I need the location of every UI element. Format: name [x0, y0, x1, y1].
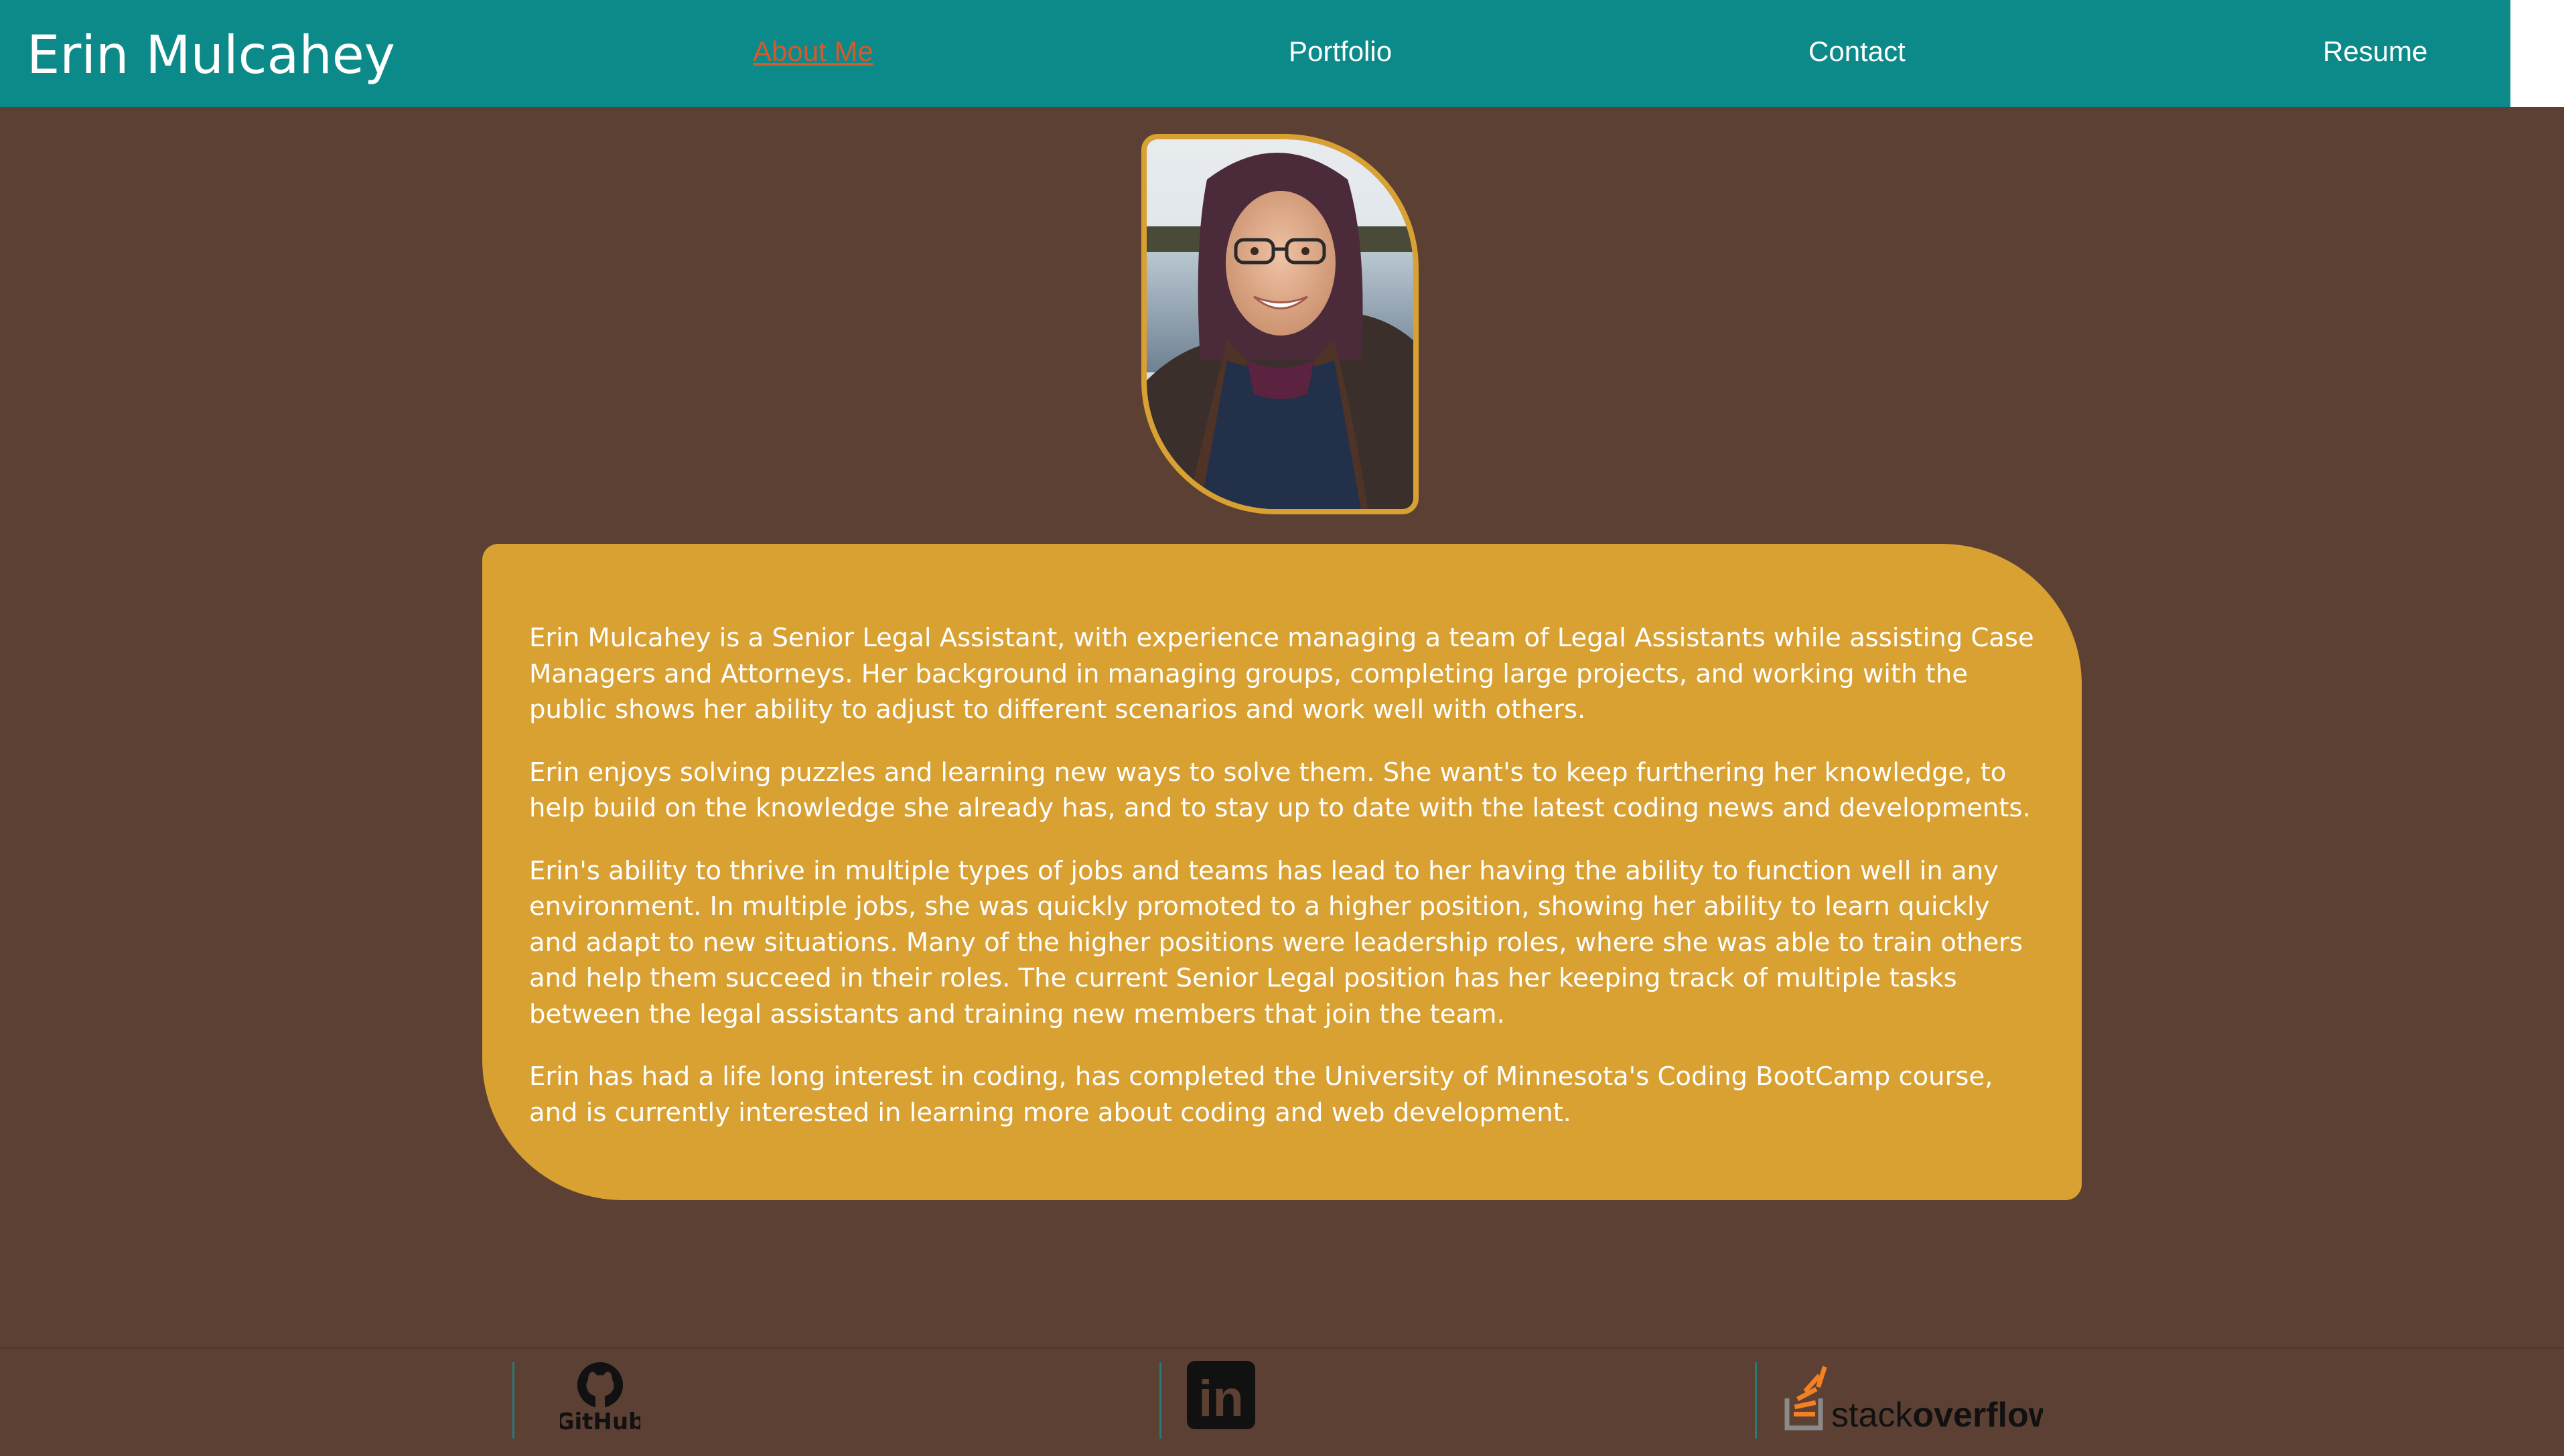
- nav-about-me[interactable]: About Me: [753, 38, 873, 66]
- nav-resume[interactable]: Resume: [2323, 38, 2427, 66]
- footer-separator: [1755, 1362, 1757, 1439]
- svg-text:stackoverflow: stackoverflow: [1831, 1396, 2043, 1433]
- bio-paragraph: Erin has had a life long interest in cod…: [529, 1062, 1993, 1128]
- linkedin-link[interactable]: in: [1186, 1360, 1257, 1433]
- bio-paragraph: Erin's ability to thrive in multiple typ…: [529, 855, 2023, 1029]
- stackoverflow-link[interactable]: stackoverflow: [1782, 1360, 2056, 1436]
- profile-photo: [1141, 134, 1419, 514]
- brand-title[interactable]: Erin Mulcahey: [27, 29, 395, 82]
- bio-paragraph: Erin Mulcahey is a Senior Legal Assistan…: [529, 623, 2034, 725]
- footer-separator: [1159, 1362, 1161, 1439]
- footer-divider-line: [0, 1348, 2564, 1349]
- bio-card: Erin Mulcahey is a Senior Legal Assistan…: [482, 544, 2082, 1200]
- github-icon: GitHub: [556, 1362, 644, 1435]
- profile-photo-image: [1147, 139, 1413, 509]
- stackoverflow-label-prefix: stack: [1831, 1396, 1913, 1433]
- bio-paragraph: Erin enjoys solving puzzles and learning…: [529, 757, 2031, 824]
- navbar: Erin Mulcahey About Me Portfolio Contact…: [0, 0, 2510, 107]
- linkedin-label: in: [1198, 1370, 1244, 1427]
- nav-portfolio[interactable]: Portfolio: [1289, 38, 1392, 66]
- stackoverflow-label-suffix: overflow: [1912, 1396, 2043, 1433]
- nav-contact[interactable]: Contact: [1808, 38, 1906, 66]
- github-label: GitHub: [560, 1408, 640, 1433]
- stackoverflow-icon: stackoverflow: [1784, 1366, 2056, 1435]
- nav-edge-gap: [2510, 0, 2564, 107]
- github-link[interactable]: GitHub: [556, 1360, 644, 1436]
- linkedin-icon: in: [1187, 1361, 1255, 1429]
- footer-separator: [512, 1362, 514, 1439]
